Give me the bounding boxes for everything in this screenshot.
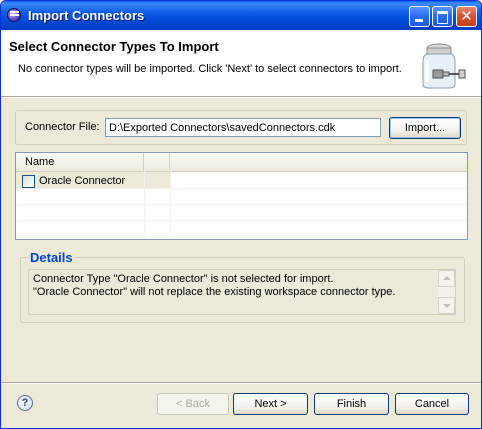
footer-divider-highlight	[1, 383, 481, 384]
table-header: Name	[16, 153, 467, 172]
wizard-banner: Select Connector Types To Import No conn…	[1, 30, 481, 97]
page-description: No connector types will be imported. Cli…	[18, 63, 402, 75]
column-header-name[interactable]: Name	[16, 153, 144, 171]
column-divider	[144, 171, 145, 239]
minimize-button[interactable]	[409, 6, 430, 27]
details-line-1: Connector Type "Oracle Connector" is not…	[33, 273, 334, 285]
details-line-2: "Oracle Connector" will not replace the …	[33, 286, 396, 298]
window-title: Import Connectors	[28, 8, 145, 23]
row-divider	[16, 204, 467, 205]
details-text: Connector Type "Oracle Connector" is not…	[33, 273, 433, 299]
connector-file-input[interactable]	[105, 118, 381, 137]
page-title: Select Connector Types To Import	[9, 39, 219, 54]
cancel-button[interactable]: Cancel	[395, 393, 469, 415]
column-divider	[170, 171, 171, 239]
column-header-2[interactable]	[144, 153, 170, 171]
title-bar[interactable]: Import Connectors ✕	[1, 1, 481, 30]
oracle-connector-checkbox[interactable]	[22, 175, 35, 188]
close-button[interactable]: ✕	[456, 6, 477, 27]
jar-connector-icon	[422, 43, 466, 89]
maximize-icon	[437, 11, 448, 24]
scroll-down-arrow-icon[interactable]	[438, 297, 455, 314]
connector-file-group: Connector File: Import...	[15, 110, 467, 145]
next-button[interactable]: Next >	[233, 393, 308, 415]
banner-divider	[1, 97, 481, 98]
details-scrollbar[interactable]	[438, 270, 455, 314]
scroll-up-arrow-icon[interactable]	[438, 270, 455, 287]
row-divider	[16, 188, 467, 189]
finish-button[interactable]: Finish	[314, 393, 389, 415]
connector-file-label: Connector File:	[25, 121, 100, 133]
details-title: Details	[28, 250, 75, 265]
import-button[interactable]: Import...	[389, 117, 461, 139]
details-text-area[interactable]: Connector Type "Oracle Connector" is not…	[28, 269, 456, 315]
table-row-label: Oracle Connector	[39, 175, 126, 187]
connector-table: Name Oracle Connector	[15, 152, 468, 240]
minimize-icon	[415, 19, 423, 22]
row-divider	[16, 220, 467, 221]
import-connectors-dialog: Import Connectors ✕ Select Connector Typ…	[0, 0, 482, 429]
help-icon[interactable]: ?	[17, 395, 33, 411]
close-icon: ✕	[460, 7, 473, 25]
eclipse-icon	[7, 8, 21, 22]
back-button[interactable]: < Back	[157, 393, 229, 415]
maximize-button[interactable]	[432, 6, 453, 27]
